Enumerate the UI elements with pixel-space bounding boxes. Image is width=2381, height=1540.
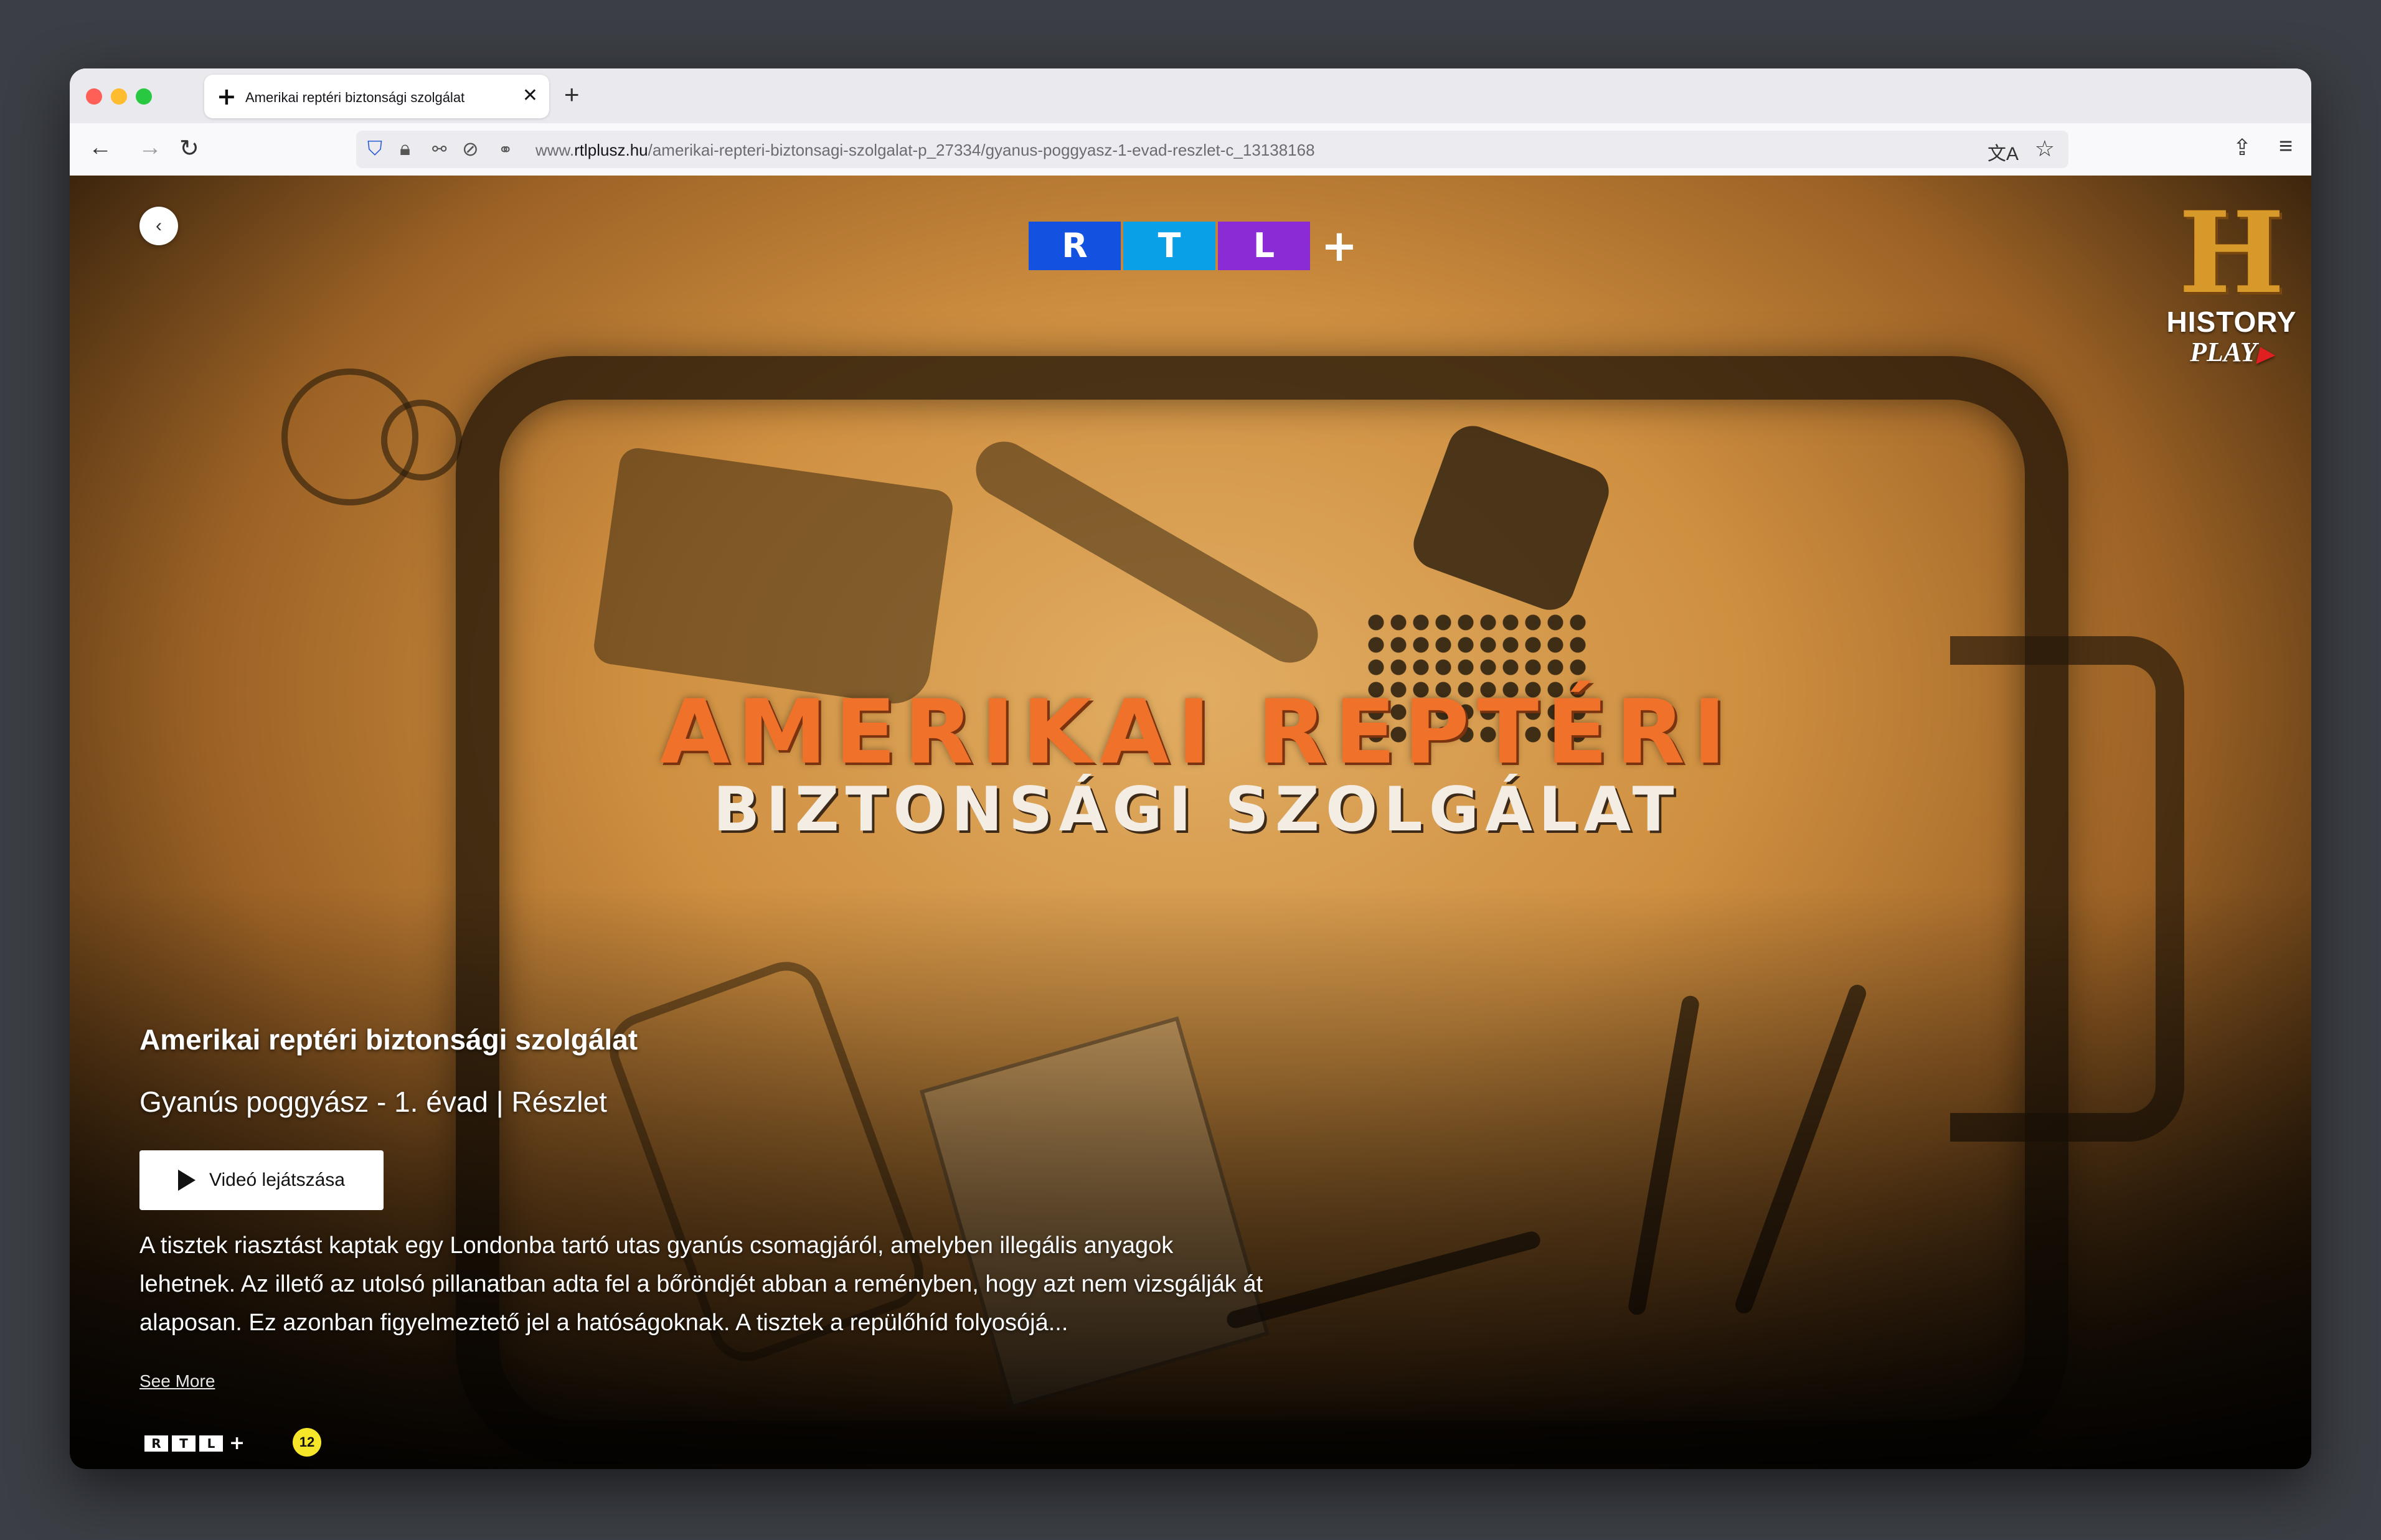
episode-description: A tisztek riasztást kaptak egy Londonba … bbox=[139, 1232, 1263, 1336]
url-text[interactable]: www.rtlplusz.hu/amerikai-repteri-biztons… bbox=[535, 141, 1315, 160]
history-play-logo: H HISTORY PLAY▶ bbox=[2163, 187, 2300, 370]
reload-icon[interactable]: ↻ bbox=[179, 134, 199, 162]
rtl-plus-logo[interactable]: R T L + bbox=[1029, 222, 1366, 270]
new-tab-icon[interactable]: + bbox=[564, 80, 580, 110]
extensions-icon[interactable]: ⇪ bbox=[2233, 134, 2251, 161]
browser-window: + Amerikai reptéri biztonsági szolgálat … bbox=[70, 68, 2311, 1469]
back-button[interactable]: ‹ bbox=[139, 207, 178, 245]
autoplay-blocked-icon[interactable]: ⊘ bbox=[462, 137, 479, 161]
tab-strip: + Amerikai reptéri biztonsági szolgálat … bbox=[70, 68, 2311, 123]
translate-icon[interactable]: 文A bbox=[1987, 138, 2019, 166]
minimize-window-button[interactable] bbox=[111, 88, 127, 105]
play-text: PLAY bbox=[2190, 337, 2257, 367]
play-video-button[interactable]: Videó lejátszása bbox=[139, 1150, 384, 1210]
rtl-plus-favicon-icon: + bbox=[217, 83, 237, 110]
history-logo-text: HISTORY bbox=[2166, 306, 2297, 338]
tab-title: Amerikai reptéri biztonsági szolgálat bbox=[245, 90, 465, 105]
small-logo-letter-l: L bbox=[199, 1435, 223, 1452]
url-domain: rtlplusz.hu bbox=[574, 141, 648, 159]
rtl-logo-plus: + bbox=[1321, 220, 1358, 271]
bookmark-star-icon[interactable]: ☆ bbox=[2035, 136, 2055, 162]
maximize-window-button[interactable] bbox=[136, 88, 152, 105]
small-rtl-plus-logo: R T L + bbox=[144, 1432, 245, 1454]
small-logo-letter-r: R bbox=[144, 1435, 168, 1452]
rtl-logo-letter-r: R bbox=[1029, 222, 1121, 270]
url-path: /amerikai-repteri-biztonsagi-szolgalat-p… bbox=[648, 141, 1315, 159]
permissions-icon[interactable]: ⚯ bbox=[432, 139, 446, 159]
age-rating-badge: 12 bbox=[293, 1428, 321, 1457]
lock-icon[interactable]: 🔒︎ bbox=[400, 137, 410, 161]
play-icon bbox=[178, 1170, 196, 1191]
rtl-logo-letter-l: L bbox=[1218, 222, 1310, 270]
close-tab-icon[interactable]: ✕ bbox=[522, 85, 538, 106]
browser-toolbar: ← → ↻ ⛉ 🔒︎ ⚯ ⊘ ⚭ www.rtlplusz.hu/amerika… bbox=[70, 123, 2311, 177]
history-h-icon: H bbox=[2178, 187, 2285, 319]
hamburger-menu-icon[interactable]: ≡ bbox=[2279, 133, 2293, 160]
play-video-label: Videó lejátszása bbox=[209, 1170, 345, 1190]
history-play-text: PLAY▶ bbox=[2163, 337, 2300, 370]
episode-subtitle: Gyanús poggyász - 1. évad | Részlet bbox=[139, 1086, 607, 1118]
show-title: Amerikai reptéri biztonsági szolgálat bbox=[139, 1023, 638, 1056]
play-triangle-icon: ▶ bbox=[2256, 343, 2273, 366]
show-logo-line-2: BIZTONSÁGI SZOLGÁLAT bbox=[713, 774, 1681, 845]
back-arrow-icon[interactable]: ← bbox=[88, 134, 112, 161]
small-logo-plus: + bbox=[229, 1432, 245, 1454]
see-more-link[interactable]: See More bbox=[139, 1371, 215, 1392]
video-hero: ‹ R T L + H HISTORY PLAY▶ AMERIKAI REPTÉ… bbox=[70, 176, 2311, 1469]
show-logo-line-1: AMERIKAI REPTÉRI bbox=[659, 681, 1734, 784]
rtl-logo-letter-t: T bbox=[1123, 222, 1215, 270]
url-prefix: www. bbox=[535, 141, 575, 159]
tracking-shield-icon[interactable]: ⛉ bbox=[367, 137, 382, 161]
small-logo-letter-t: T bbox=[172, 1435, 196, 1452]
browser-tab[interactable]: + Amerikai reptéri biztonsági szolgálat … bbox=[204, 75, 549, 118]
site-info-icon[interactable]: ⚭ bbox=[498, 139, 512, 160]
forward-arrow-icon[interactable]: → bbox=[138, 134, 162, 161]
address-bar[interactable]: ⛉ 🔒︎ ⚯ ⊘ ⚭ www.rtlplusz.hu/amerikai-rept… bbox=[356, 131, 2068, 168]
close-window-button[interactable] bbox=[86, 88, 102, 105]
